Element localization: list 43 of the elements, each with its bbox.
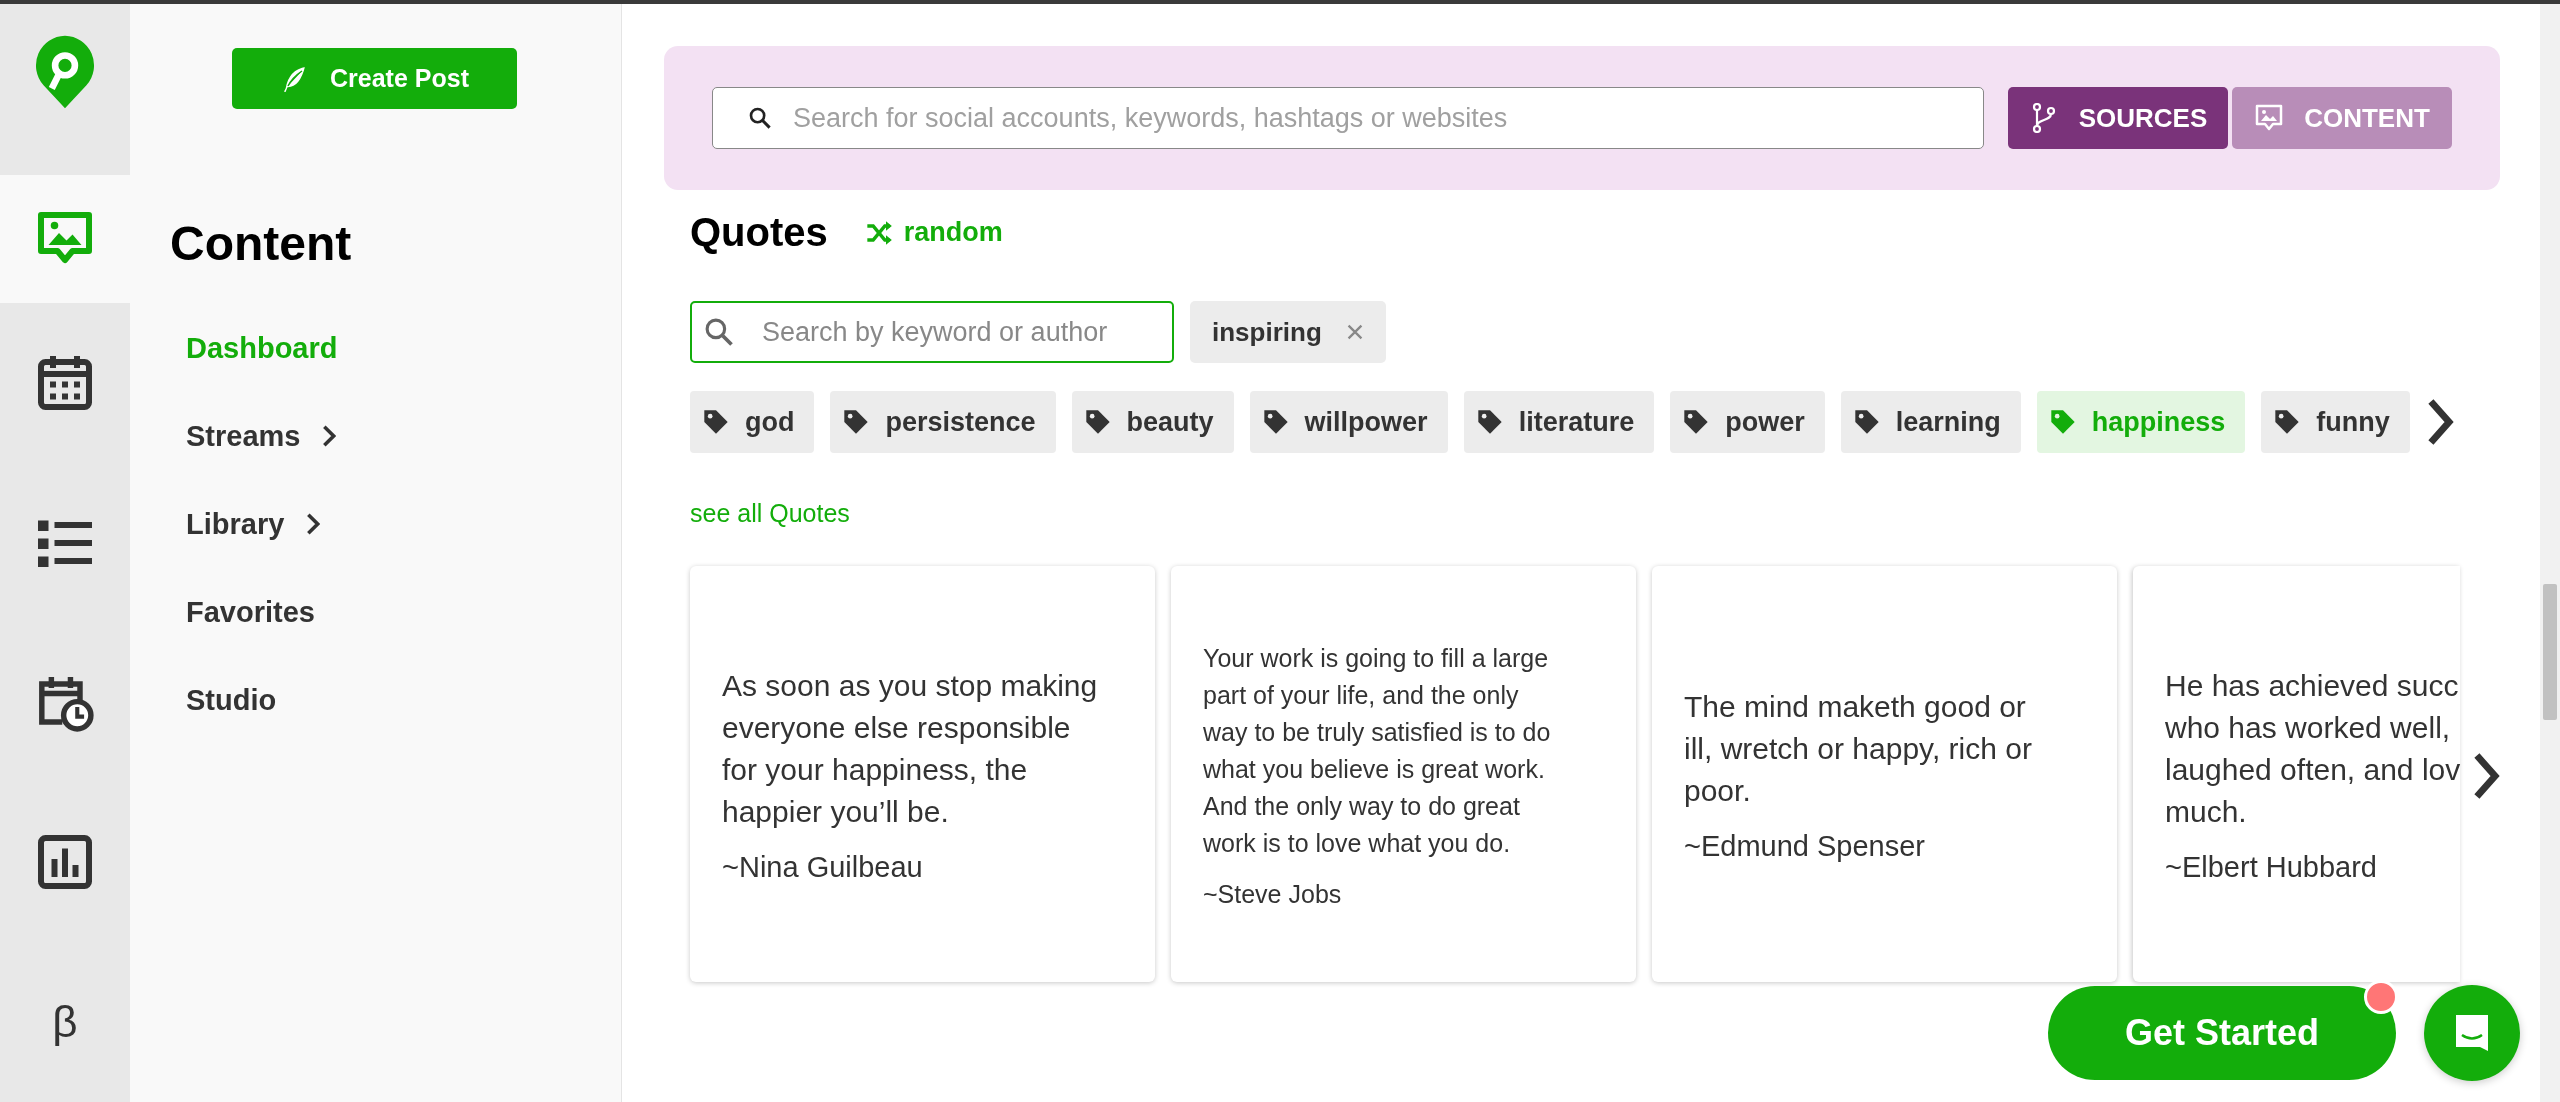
quote-card[interactable]: The mind maketh good or ill, wretch or happy, rich or poor. ~Edmund Spenser (1652, 566, 2117, 982)
tag-chip[interactable]: god (690, 391, 815, 453)
tag-chip[interactable]: learning (1840, 391, 2021, 453)
search-field[interactable]: Search for social accounts, keywords, hashtags or websites (712, 87, 1984, 149)
tag-icon (1475, 408, 1504, 436)
sidebar-item[interactable]: Library (186, 480, 321, 568)
quote-author: ~Steve Jobs (1203, 879, 1343, 909)
section-heading: Content (170, 216, 352, 271)
image-icon (2254, 103, 2285, 133)
tag-icon (702, 408, 730, 436)
quote-card[interactable]: As soon as you stop making everyone else responsible for your happiness, the happier you’ll be. ~Nina Guilbeau (690, 566, 1155, 982)
quote-author: ~Edmund Spenser (1684, 829, 1927, 863)
sources-tab[interactable]: SOURCES (2008, 87, 2228, 149)
quote-text: As soon as you stop making everyone else responsible for your happiness, the happier you’ll be. (722, 667, 1099, 830)
quote-text: He has achieved succ who has worked well, laughed often, and lov much. (2165, 667, 2461, 830)
tag-chip[interactable]: willpower (1249, 391, 1448, 453)
quote-card[interactable] (1171, 566, 1636, 982)
tag-icon (1261, 408, 1290, 436)
chevron-right-icon (2472, 751, 2501, 801)
close-icon (1345, 323, 1364, 341)
chat-button[interactable] (2424, 985, 2520, 1081)
quote-card[interactable]: He has achieved succ who has worked well, laughed often, and lov much. ~Elbert Hubbard (2133, 566, 2461, 982)
sidebar-item[interactable]: Streams (186, 392, 337, 480)
filter-chip[interactable]: inspiring (1190, 301, 1386, 363)
tag-chip[interactable]: power (1670, 391, 1825, 453)
scrollbar-thumb[interactable] (2543, 584, 2557, 720)
quote-text: The mind maketh good or ill, wretch or happy, rich or poor. (1684, 688, 2033, 809)
tag-chip[interactable]: funny (2261, 391, 2410, 453)
tag-icon (1852, 408, 1881, 436)
quote-author: ~Nina Guilbeau (722, 850, 924, 884)
sidebar-item[interactable]: Studio (186, 656, 277, 744)
tag-chip[interactable]: literature (1463, 391, 1655, 453)
sidebar-item[interactable]: Favorites (186, 568, 315, 656)
beta-button[interactable]: β (0, 942, 130, 1102)
tag-icon (2048, 408, 2077, 436)
scrollbar[interactable] (2540, 4, 2560, 1102)
quote-text: Your work is going to fill a large part of your life, and the only way to be truly satisfied is to do what you believe is great work. And the only way to do great work is to love what you do. (1203, 642, 1552, 859)
tag-chip[interactable]: beauty (1071, 391, 1234, 453)
tag-icon (1083, 408, 1112, 436)
tag-chip[interactable]: persistence (830, 391, 1056, 453)
section-title: Quotes (690, 210, 828, 255)
quote-author: ~Elbert Hubbard (2165, 850, 2378, 884)
search-field[interactable]: Search by keyword or author (690, 301, 1174, 363)
